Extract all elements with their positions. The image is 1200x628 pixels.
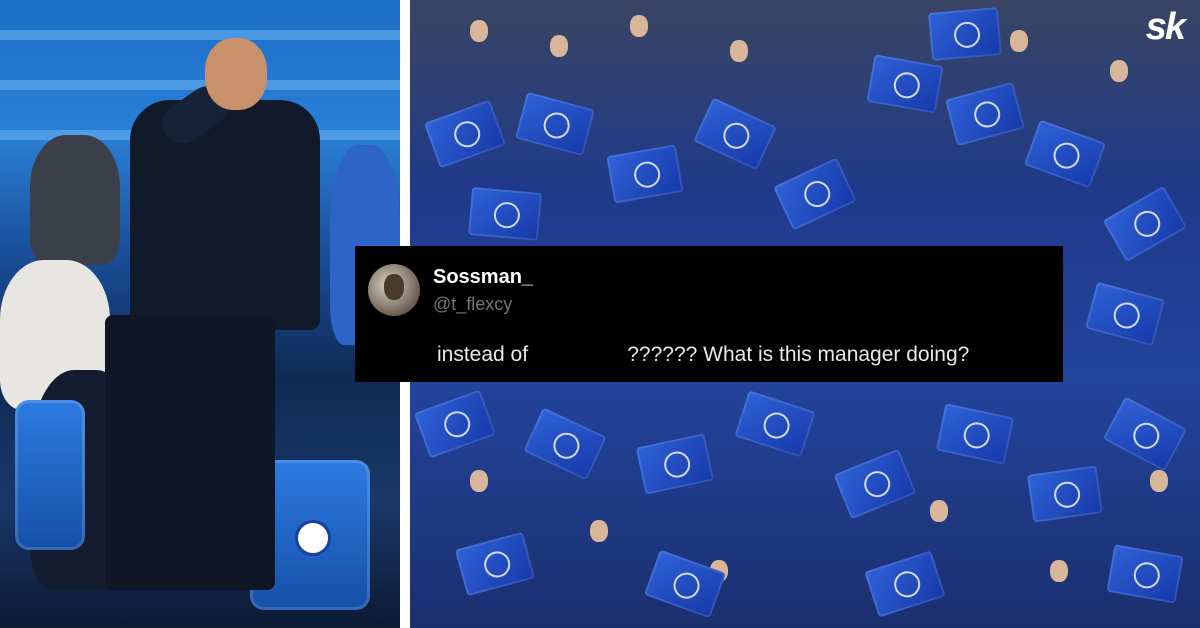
fan-flag [833,448,917,520]
fan-flag [1106,544,1184,604]
fan-flag [935,403,1015,465]
fan-flag [944,81,1026,147]
dugout-seat [15,400,85,550]
fan-flag [864,550,946,618]
fan-flag [693,97,777,171]
fan-flag [928,7,1002,61]
fan-flag [468,187,542,241]
fan-flag [454,531,536,597]
fan-flag [1023,119,1107,189]
manager-jacket [130,100,320,330]
spectator [30,135,120,265]
fan-flag [423,99,507,169]
fan-flag [866,54,944,114]
tweet-handle[interactable]: @t_flexcy [433,294,512,315]
fan-flag [523,407,607,481]
tweet-text: instead of ?????? What is this manager d… [437,343,970,366]
fan-flag [1027,465,1103,523]
fan-flag [734,390,816,458]
manager-photo [0,0,400,628]
avatar-face-icon [384,274,404,300]
manager-trousers [105,315,275,590]
stand-row [0,30,400,40]
fan-flag [773,157,857,231]
fan-flag [514,91,596,157]
fan-flag [643,549,727,619]
fan-flag [1102,396,1188,472]
chelsea-crest-icon [295,520,331,556]
fan-flag [1084,281,1166,347]
sportskeeda-logo[interactable]: sk [1146,6,1186,49]
avatar[interactable] [368,264,420,316]
manager-head [205,38,267,110]
fan-flag [606,144,684,204]
fan-flag [1102,185,1188,263]
fan-flag [635,433,715,495]
tweet-display-name[interactable]: Sossman_ [433,266,533,289]
tweet-card[interactable]: Sossman_ @t_flexcy instead of ?????? Wha… [355,246,1063,382]
fan-flag [413,389,497,459]
